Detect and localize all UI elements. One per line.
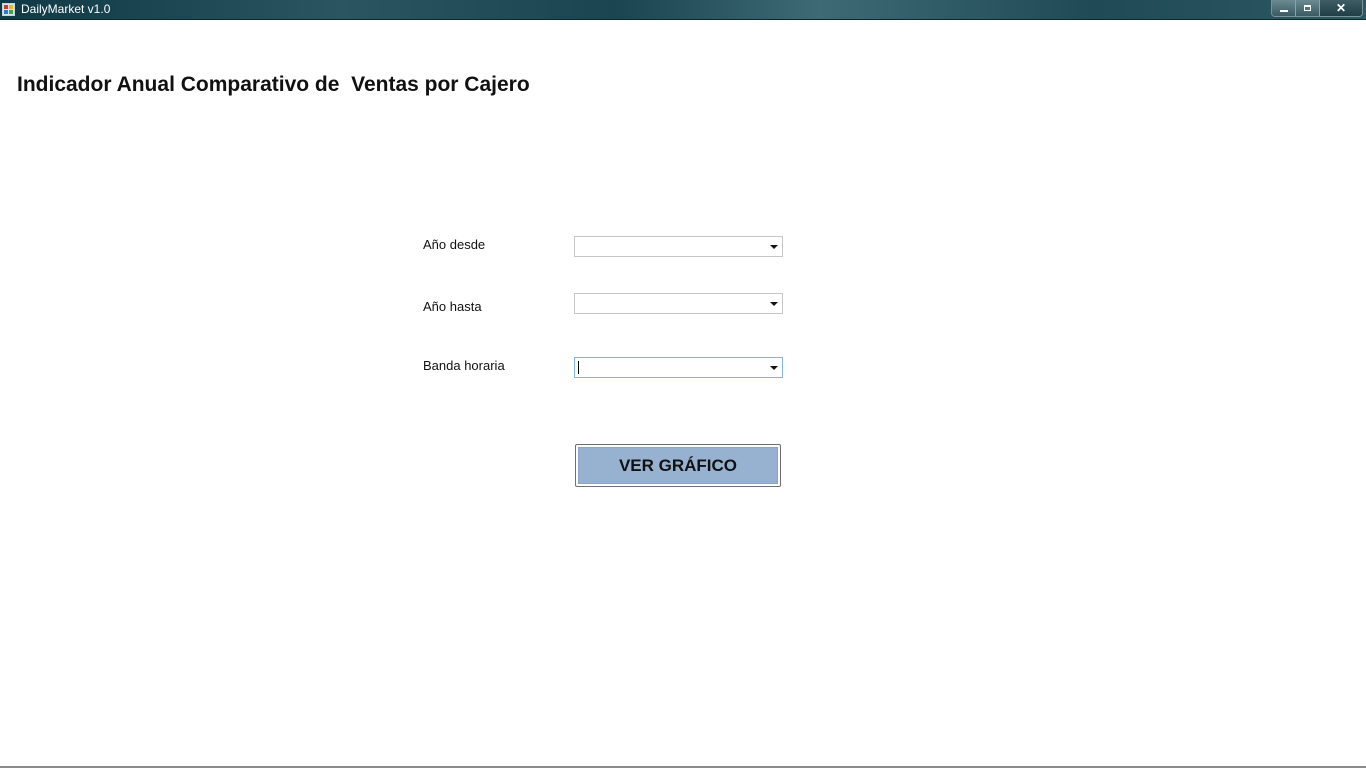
close-button[interactable]: ✕ bbox=[1320, 0, 1362, 16]
maximize-icon bbox=[1304, 5, 1311, 11]
text-caret bbox=[578, 361, 579, 374]
app-window: DailyMarket v1.0 ✕ Indicador Anual Compa… bbox=[0, 0, 1366, 768]
page-title: Indicador Anual Comparativo de Ventas po… bbox=[17, 73, 530, 96]
window-controls: ✕ bbox=[1271, 0, 1363, 17]
minimize-button[interactable] bbox=[1272, 0, 1296, 16]
ver-grafico-label: VER GRÁFICO bbox=[578, 447, 778, 484]
chevron-down-icon[interactable] bbox=[770, 302, 778, 306]
anio-desde-label: Año desde bbox=[423, 237, 486, 252]
anio-hasta-label: Año hasta bbox=[423, 299, 482, 314]
anio-desde-dropdown[interactable] bbox=[574, 236, 783, 257]
banda-horaria-label: Banda horaria bbox=[423, 358, 505, 373]
minimize-icon bbox=[1279, 9, 1288, 12]
chevron-down-icon[interactable] bbox=[770, 245, 778, 249]
chevron-down-icon[interactable] bbox=[770, 366, 778, 370]
title-bar[interactable]: DailyMarket v1.0 ✕ bbox=[0, 0, 1366, 20]
app-icon[interactable] bbox=[2, 3, 15, 16]
banda-horaria-dropdown[interactable] bbox=[574, 357, 783, 378]
anio-hasta-dropdown[interactable] bbox=[574, 293, 783, 314]
ver-grafico-button[interactable]: VER GRÁFICO bbox=[575, 444, 781, 487]
maximize-button[interactable] bbox=[1296, 0, 1320, 16]
close-icon: ✕ bbox=[1335, 1, 1347, 15]
window-title: DailyMarket v1.0 bbox=[21, 2, 111, 16]
